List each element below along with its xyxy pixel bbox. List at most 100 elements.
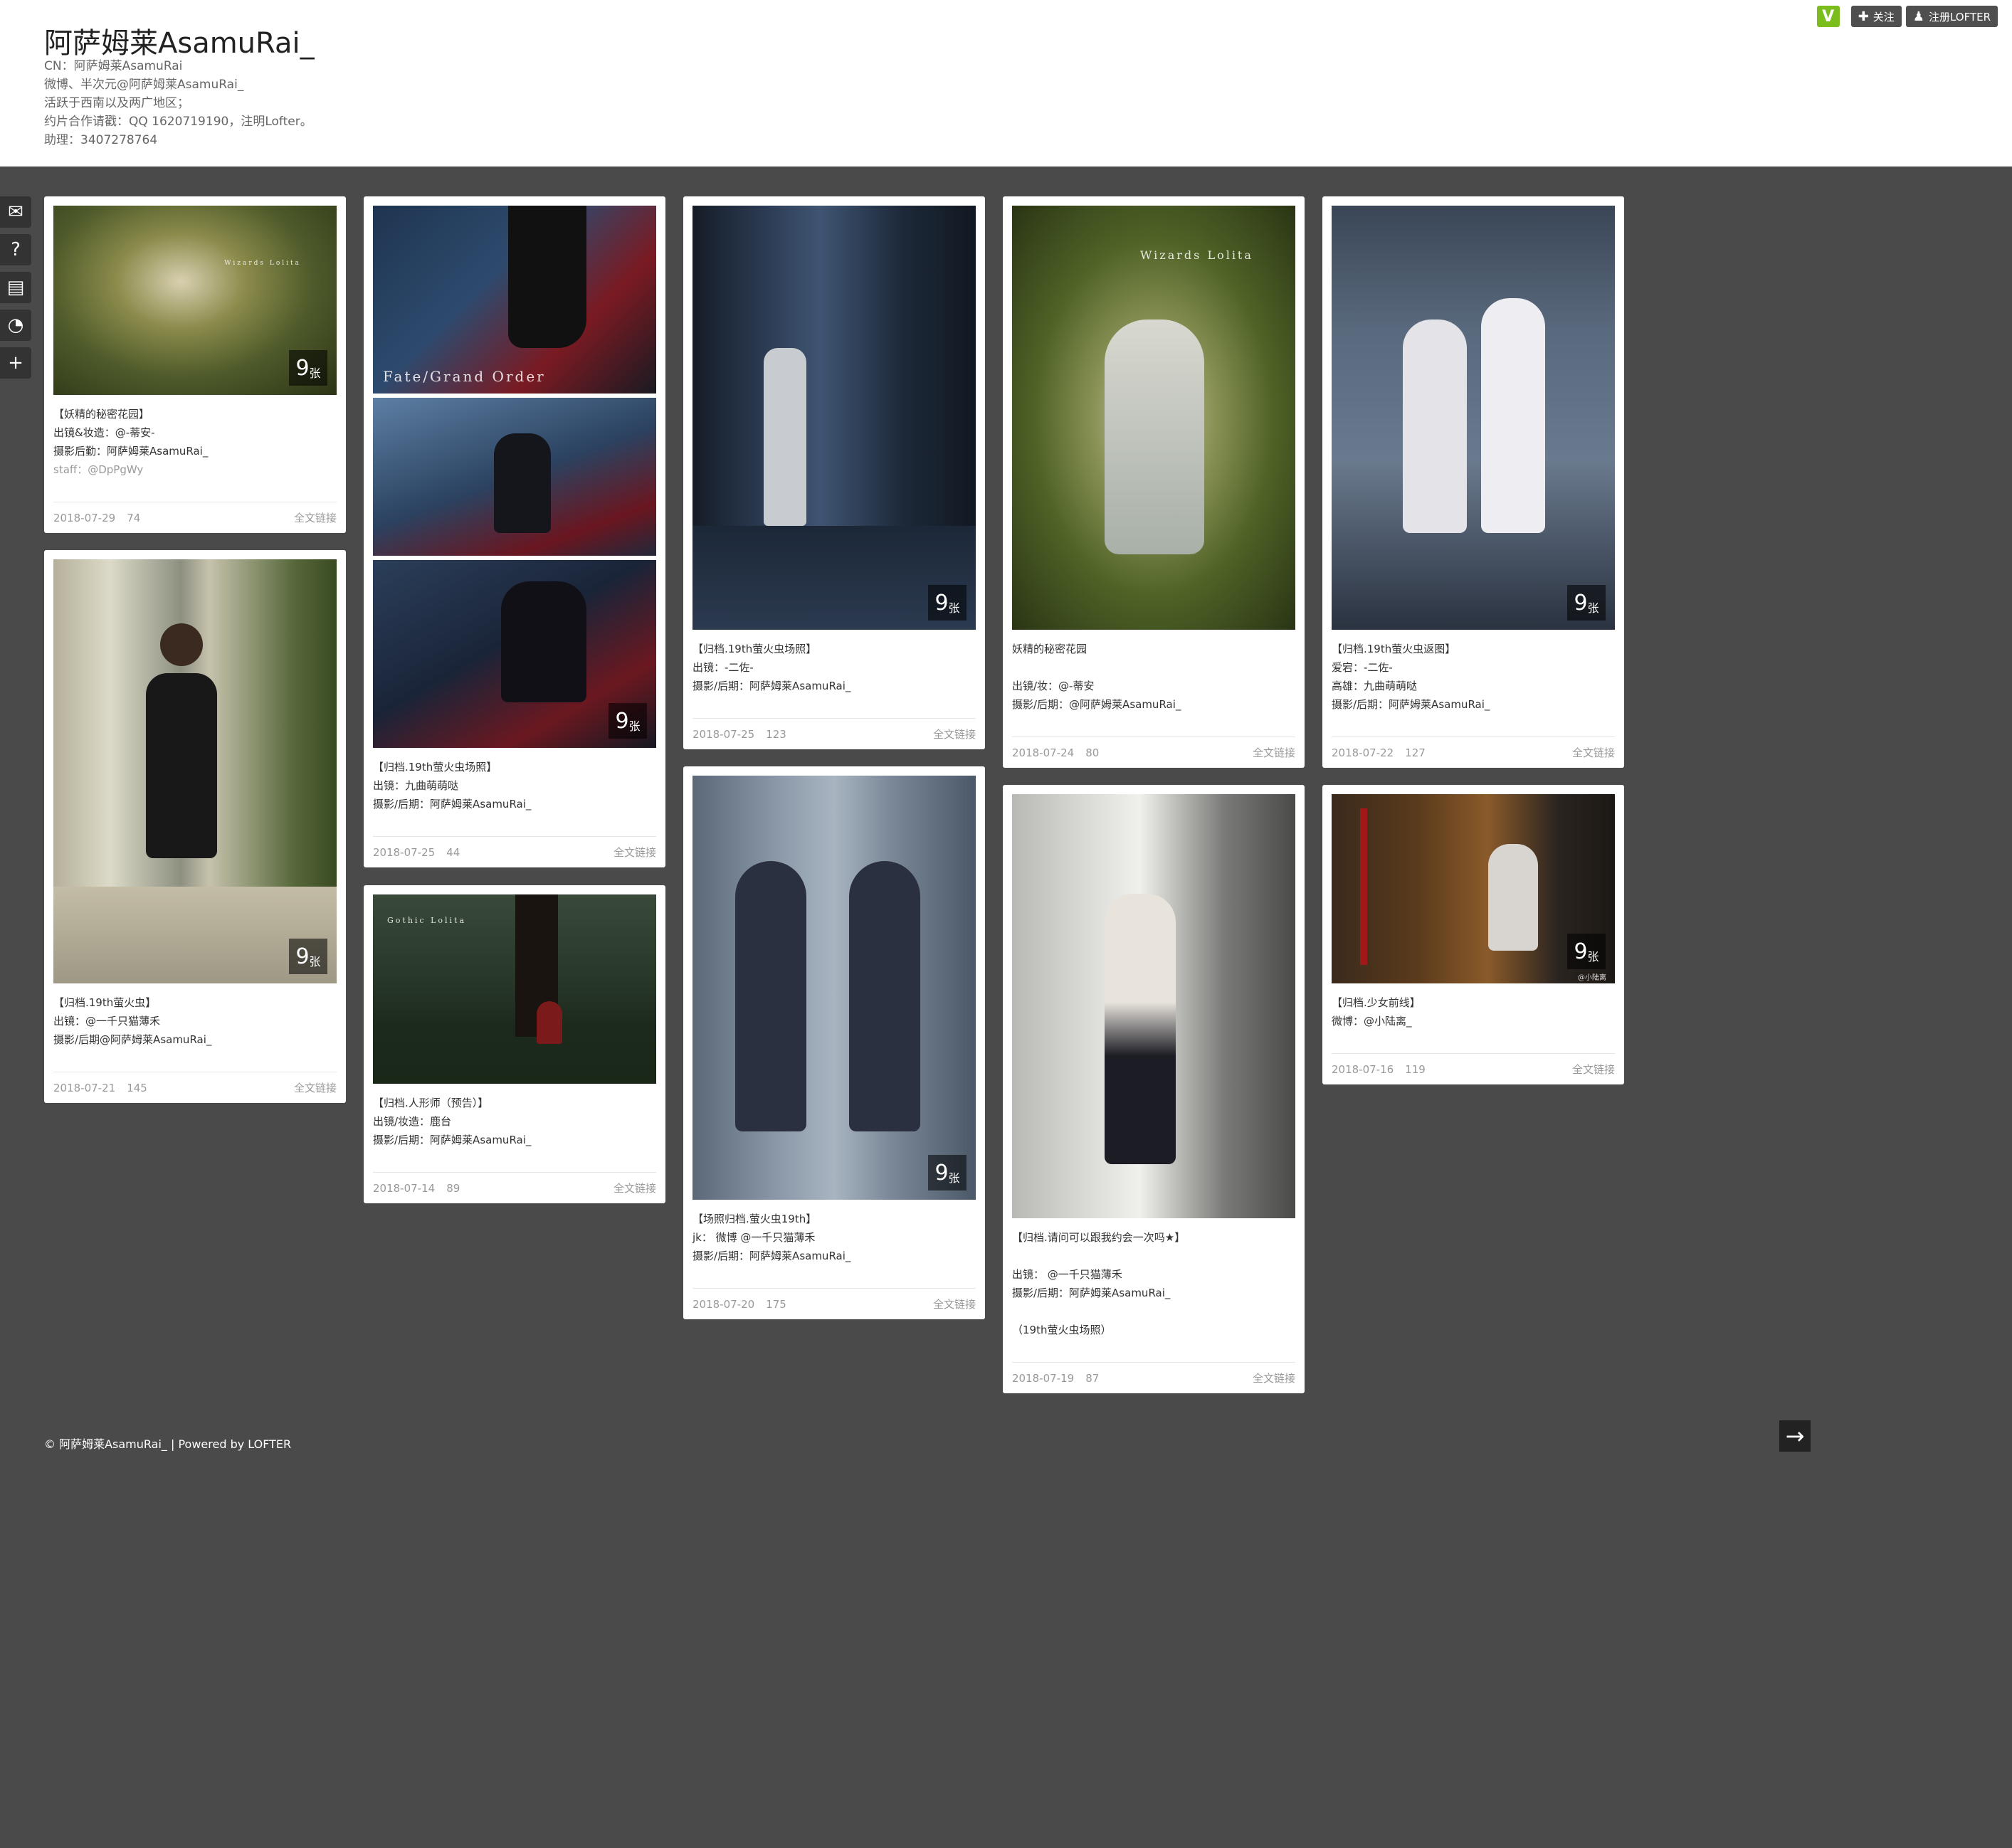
hot-count[interactable]: 74 [127,512,140,524]
post-date[interactable]: 2018-07-20 [692,1298,754,1311]
hot-count[interactable]: 127 [1405,746,1426,759]
next-page-arrow-icon[interactable]: → [1779,1420,1811,1452]
post-date[interactable]: 2018-07-22 [1332,746,1394,759]
caption-line[interactable]: staff：@DpPgWy [53,460,337,479]
post-date[interactable]: 2018-07-19 [1012,1372,1074,1385]
photo-count-badge: 9张 [928,585,967,621]
add-icon[interactable]: + [0,347,31,379]
blog-title[interactable]: 阿萨姆莱AsamuRai_ [44,20,315,61]
verified-badge-icon[interactable]: V [1816,6,1840,27]
post-card: Wizards Lolita 9张 【妖精的秘密花园】 出镜&妆造：@-蒂安- … [44,196,346,533]
caption-line: 高雄：九曲萌萌哒 [1332,680,1418,692]
mail-icon[interactable]: ✉ [0,196,31,228]
post-photo[interactable] [1012,794,1295,1218]
post-photo[interactable]: Wizards Lolita [1012,206,1295,630]
post-card: 【归档.请问可以跟我约会一次吗★】 出镜： @一千只猫薄禾 摄影/后期：阿萨姆莱… [1003,785,1305,1393]
rss-icon[interactable]: ◔ [0,310,31,341]
caption-line: 出镜：-二佐- [692,661,754,674]
post-meta: 2018-07-21 145 全文链接 [53,1072,337,1103]
post-meta: 2018-07-25 123 全文链接 [692,718,976,749]
caption-line: 出镜/妆造：鹿台 [373,1115,452,1128]
post-photo[interactable]: Fate/Grand Order 9张 [373,206,656,748]
post-card: @小陆离 9张 【归档.少女前线】 微博：@小陆离_ 2018-07-16 119… [1322,785,1624,1084]
post-date[interactable]: 2018-07-25 [692,728,754,741]
post-meta: 2018-07-19 87 全文链接 [1012,1362,1295,1393]
caption-line: 【妖精的秘密花园】 [53,408,150,421]
caption-line: 【归档.请问可以跟我约会一次吗★】 [1012,1231,1186,1244]
hot-count[interactable]: 123 [766,728,786,741]
post-photo[interactable]: 9张 [1332,206,1615,630]
caption-line: 出镜：九曲萌萌哒 [373,779,459,792]
desc-line: CN：阿萨姆莱AsamuRai [44,59,183,73]
caption-line: 摄影/后期：阿萨姆莱AsamuRai_ [1332,698,1490,711]
user-icon: ♟ [1912,9,1924,24]
full-text-link[interactable]: 全文链接 [294,510,337,525]
post-card: 9张 【归档.19th萤火虫场照】 出镜：-二佐- 摄影/后期：阿萨姆莱Asam… [683,196,985,749]
full-text-link[interactable]: 全文链接 [1253,745,1295,760]
post-card: 9张 【归档.19th萤火虫】 出镜：@一千只猫薄禾 摄影/后期@阿萨姆莱Asa… [44,550,346,1103]
hot-count[interactable]: 119 [1405,1063,1426,1076]
hot-count[interactable]: 145 [127,1082,147,1094]
photo-count-badge: 9张 [1567,585,1606,621]
post-photo[interactable]: Gothic Lolita [373,894,656,1084]
post-meta: 2018-07-22 127 全文链接 [1332,736,1615,768]
caption-line: 摄影/后期：阿萨姆莱AsamuRai_ [692,1250,851,1262]
watermark: Wizards Lolita [224,260,301,267]
full-text-link[interactable]: 全文链接 [613,1181,656,1195]
watermark: Gothic Lolita [387,916,467,925]
caption-line: 摄影/后期@阿萨姆莱AsamuRai_ [53,1033,212,1046]
hot-count[interactable]: 87 [1085,1372,1099,1385]
post-photo[interactable]: 9张 [692,776,976,1200]
post-caption: 【归档.19th萤火虫场照】 出镜：-二佐- 摄影/后期：阿萨姆莱AsamuRa… [692,630,976,695]
post-photo[interactable]: 9张 [692,206,976,630]
post-date[interactable]: 2018-07-24 [1012,746,1074,759]
desc-line: 约片合作请戳：QQ 1620719190，注明Lofter。 [44,115,312,129]
post-meta: 2018-07-20 175 全文链接 [692,1288,976,1319]
hot-count[interactable]: 89 [446,1182,460,1195]
caption-line: 【归档.人形师（预告）】 [373,1097,489,1109]
post-card: 9张 【场照归档.萤火虫19th】 jk： 微博 @一千只猫薄禾 摄影/后期：阿… [683,766,985,1319]
caption-line: 【归档.19th萤火虫】 [53,996,157,1009]
blog-header: 阿萨姆莱AsamuRai_ CN：阿萨姆莱AsamuRai 微博、半次元@阿萨姆… [0,0,2012,167]
post-caption: 【场照归档.萤火虫19th】 jk： 微博 @一千只猫薄禾 摄影/后期：阿萨姆莱… [692,1200,976,1265]
watermark: Wizards Lolita [1140,248,1253,262]
post-photo[interactable]: Wizards Lolita 9张 [53,206,337,395]
plus-icon: ✚ [1858,9,1869,24]
post-caption: 【归档.19th萤火虫返图】 爱宕：-二佐- 高雄：九曲萌萌哒 摄影/后期：阿萨… [1332,630,1615,714]
post-date[interactable]: 2018-07-14 [373,1182,435,1195]
follow-label: 关注 [1873,10,1895,23]
caption-line: 摄影/后期：阿萨姆莱AsamuRai_ [373,798,532,811]
post-meta: 2018-07-24 80 全文链接 [1012,736,1295,768]
footer[interactable]: © 阿萨姆莱AsamuRai_ | Powered by LOFTER [44,1435,291,1452]
post-meta: 2018-07-14 89 全文链接 [373,1172,656,1203]
caption-line: 【归档.19th萤火虫场照】 [692,643,817,655]
full-text-link[interactable]: 全文链接 [1253,1371,1295,1385]
top-bar: V ✚ 关注 ♟ 注册LOFTER [1816,6,1998,27]
hot-count[interactable]: 175 [766,1298,786,1311]
full-text-link[interactable]: 全文链接 [1572,1062,1615,1077]
caption-line: 爱宕：-二佐- [1332,661,1393,674]
register-button[interactable]: ♟ 注册LOFTER [1905,6,1998,27]
caption-line: 出镜：@一千只猫薄禾 [53,1015,161,1028]
post-card: Gothic Lolita 【归档.人形师（预告）】 出镜/妆造：鹿台 摄影/后… [364,885,665,1203]
post-meta: 2018-07-25 44 全文链接 [373,836,656,867]
full-text-link[interactable]: 全文链接 [1572,745,1615,760]
full-text-link[interactable]: 全文链接 [294,1080,337,1095]
archive-icon[interactable]: ▤ [0,272,31,303]
post-date[interactable]: 2018-07-16 [1332,1063,1394,1076]
follow-button[interactable]: ✚ 关注 [1850,6,1902,27]
caption-line: （19th萤火虫场照） [1012,1324,1112,1336]
full-text-link[interactable]: 全文链接 [613,845,656,860]
post-photo[interactable]: 9张 [53,559,337,983]
post-date[interactable]: 2018-07-21 [53,1082,115,1094]
help-icon[interactable]: ? [0,234,31,265]
post-date[interactable]: 2018-07-29 [53,512,115,524]
post-date[interactable]: 2018-07-25 [373,846,435,859]
photo-count-badge: 9张 [289,939,327,974]
full-text-link[interactable]: 全文链接 [933,727,976,741]
post-photo[interactable]: @小陆离 9张 [1332,794,1615,983]
hot-count[interactable]: 44 [446,846,460,859]
hot-count[interactable]: 80 [1085,746,1099,759]
caption-line: 出镜： @一千只猫薄禾 [1012,1268,1122,1281]
full-text-link[interactable]: 全文链接 [933,1297,976,1311]
